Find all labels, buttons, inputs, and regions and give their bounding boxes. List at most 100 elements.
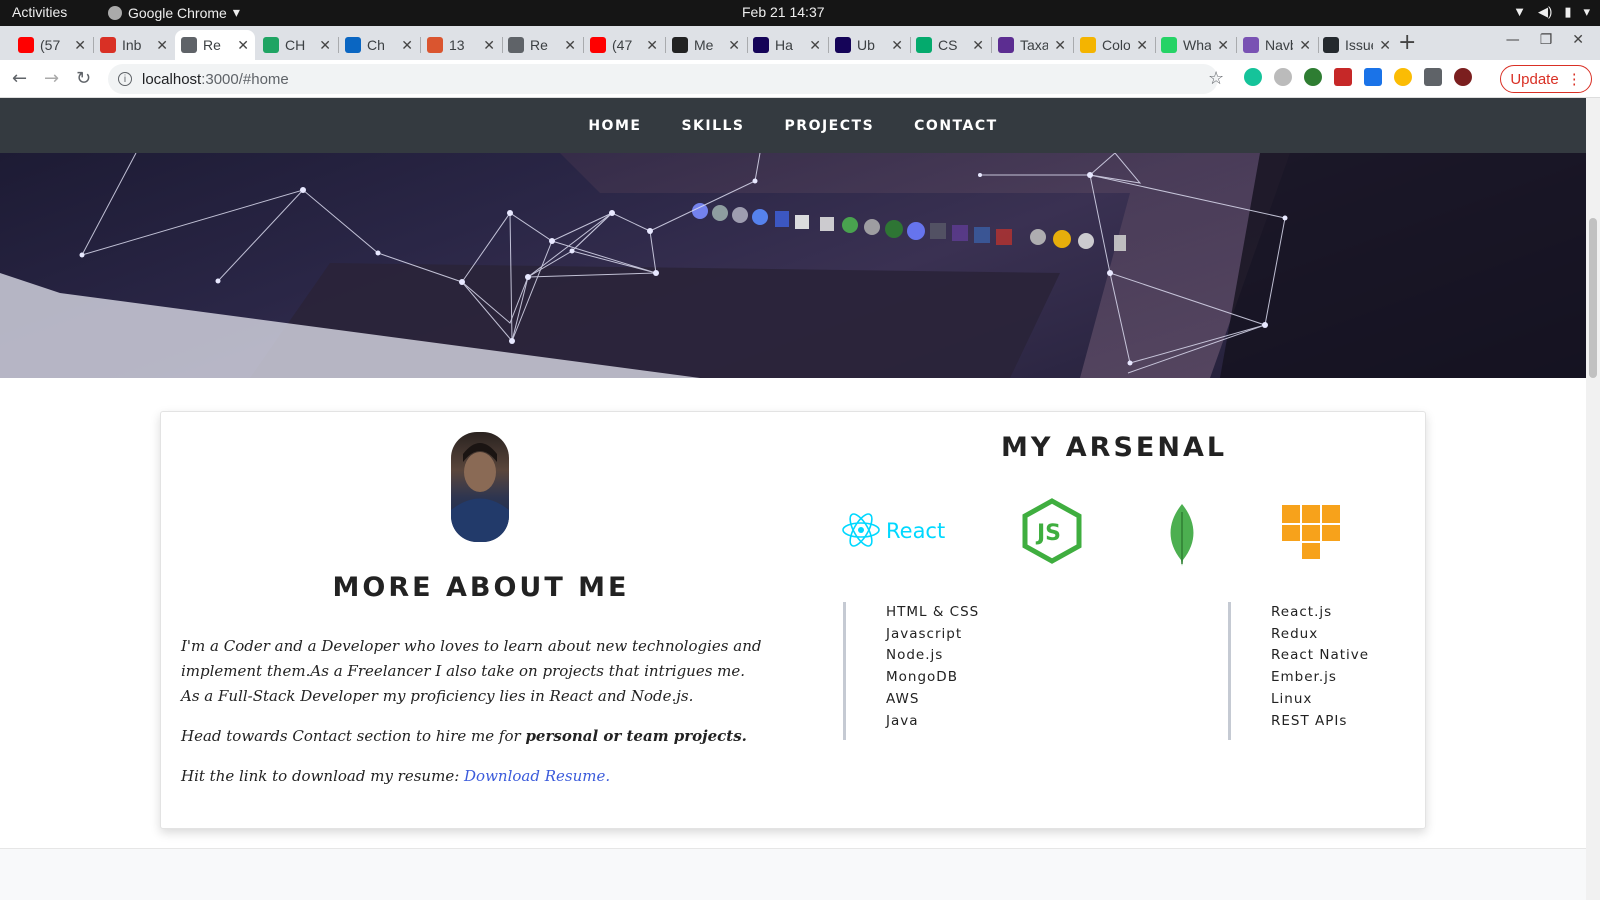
- close-tab-icon[interactable]: ✕: [319, 37, 331, 54]
- close-tab-icon[interactable]: ✕: [809, 37, 821, 54]
- close-tab-icon[interactable]: ✕: [1217, 37, 1229, 54]
- browser-tab[interactable]: Inb ✕: [94, 30, 174, 60]
- hero-banner: [0, 153, 1586, 378]
- system-tray[interactable]: ▼ ◀) ▮ ▾: [1513, 4, 1590, 20]
- back-icon[interactable]: ←: [12, 68, 27, 89]
- skill-item: Node.js: [886, 647, 944, 664]
- close-tab-icon[interactable]: ✕: [972, 37, 984, 54]
- browser-tab[interactable]: Re ✕: [502, 30, 582, 60]
- more-vert-icon: ⋮: [1566, 71, 1582, 88]
- browser-tab[interactable]: 13 ✕: [421, 30, 501, 60]
- app-menu[interactable]: Google Chrome ▾: [108, 4, 240, 21]
- scrollbar-thumb[interactable]: [1589, 218, 1597, 378]
- tab-title: (57: [40, 37, 61, 53]
- address-bar[interactable]: i localhost:3000/#home: [108, 64, 1218, 94]
- extension-icon[interactable]: [1334, 68, 1352, 86]
- browser-tab[interactable]: Issues ✕: [1317, 30, 1397, 60]
- next-section-edge: [0, 848, 1586, 900]
- close-tab-icon[interactable]: ✕: [156, 37, 168, 54]
- skill-item: React.js: [1271, 604, 1333, 620]
- tab-title: Whats: [1183, 37, 1212, 53]
- page-scrollbar[interactable]: [1586, 98, 1600, 900]
- close-tab-icon[interactable]: ✕: [891, 37, 903, 54]
- extension-icon[interactable]: [1364, 68, 1382, 86]
- nav-projects[interactable]: PROJECTS: [785, 118, 875, 134]
- nav-contact[interactable]: CONTACT: [914, 118, 998, 134]
- browser-tab[interactable]: Re ✕: [175, 30, 255, 60]
- minimize-icon[interactable]: —: [1506, 32, 1520, 48]
- browser-toolbar: ← → ↻ i localhost:3000/#home ☆ Update ⋮: [0, 60, 1600, 98]
- url-host: localhost: [142, 70, 202, 88]
- battery-icon: ▮: [1564, 4, 1572, 19]
- browser-tab[interactable]: Color ✕: [1074, 30, 1154, 60]
- browser-tab[interactable]: CS ✕: [910, 30, 990, 60]
- reload-icon[interactable]: ↻: [76, 68, 91, 89]
- close-tab-icon[interactable]: ✕: [1379, 37, 1391, 54]
- browser-tab[interactable]: Me ✕: [666, 30, 746, 60]
- linkedin-icon: [345, 37, 361, 53]
- arsenal-title: MY ARSENAL: [1000, 432, 1228, 463]
- close-tab-icon[interactable]: ✕: [401, 37, 413, 54]
- avatar[interactable]: [1454, 68, 1472, 86]
- nav-skills[interactable]: SKILLS: [681, 118, 744, 134]
- chrome-icon: [108, 5, 122, 20]
- close-tab-icon[interactable]: ✕: [564, 37, 576, 54]
- update-label: Update: [1510, 70, 1559, 88]
- close-tab-icon[interactable]: ✕: [1299, 37, 1311, 54]
- nodejs-icon: JS: [1022, 498, 1082, 564]
- tab-title: CS: [938, 37, 958, 53]
- hero-laptop-image: [0, 153, 1586, 378]
- update-button[interactable]: Update ⋮: [1500, 65, 1592, 93]
- extension-icon[interactable]: [1394, 68, 1412, 86]
- browser-tab[interactable]: (47 ✕: [584, 30, 664, 60]
- download-resume-link[interactable]: Download Resume.: [464, 767, 610, 785]
- youtube-icon: [590, 37, 606, 53]
- svg-text:JS: JS: [1035, 521, 1061, 546]
- drive-icon: [263, 37, 279, 53]
- close-tab-icon[interactable]: ✕: [728, 37, 740, 54]
- skill-item: Javascript: [886, 625, 963, 642]
- close-tab-icon[interactable]: ✕: [483, 37, 495, 54]
- close-tab-icon[interactable]: ✕: [646, 37, 658, 54]
- skill-item: MongoDB: [886, 669, 958, 686]
- browser-tab[interactable]: Taxar ✕: [992, 30, 1072, 60]
- activities-button[interactable]: Activities: [12, 4, 67, 20]
- browser-tab[interactable]: Ch ✕: [339, 30, 419, 60]
- tab-title: Color: [1102, 37, 1131, 53]
- close-tab-icon[interactable]: ✕: [74, 37, 86, 54]
- caret-down-icon: ▾: [232, 4, 240, 20]
- clock[interactable]: Feb 21 14:37: [742, 4, 825, 20]
- bookmark-star-icon[interactable]: ☆: [1208, 68, 1224, 89]
- skill-item: Ember.js: [1271, 669, 1337, 686]
- browser-tab[interactable]: Ha ✕: [747, 30, 827, 60]
- info-icon[interactable]: i: [118, 72, 132, 86]
- nav-home[interactable]: HOME: [588, 118, 641, 134]
- youtube-icon: [18, 37, 34, 53]
- puzzle-icon[interactable]: [1424, 68, 1442, 86]
- tab-title: Re: [203, 37, 221, 53]
- new-tab-button[interactable]: +: [1398, 30, 1416, 55]
- forward-icon[interactable]: →: [44, 68, 59, 89]
- close-tab-icon[interactable]: ✕: [1136, 37, 1148, 54]
- bio-proficiency: As a Full-Stack Developer my proficiency…: [181, 687, 694, 705]
- medium-icon: [672, 37, 688, 53]
- extension-icon[interactable]: [1274, 68, 1292, 86]
- extension-icon[interactable]: [1304, 68, 1322, 86]
- grammarly-icon[interactable]: [1244, 68, 1262, 86]
- bootstrap-icon: [1243, 37, 1259, 53]
- close-tab-icon[interactable]: ✕: [237, 37, 249, 54]
- browser-tab[interactable]: Whats ✕: [1155, 30, 1235, 60]
- close-window-icon[interactable]: ✕: [1572, 32, 1584, 48]
- bio-contact-text: Head towards Contact section to hire me …: [181, 727, 526, 745]
- browser-tab[interactable]: CH ✕: [257, 30, 337, 60]
- close-tab-icon[interactable]: ✕: [1054, 37, 1066, 54]
- skills-list-left: HTML & CSS Javascript Node.js MongoDB AWS Jav…: [843, 602, 979, 740]
- browser-tab[interactable]: Ub ✕: [829, 30, 909, 60]
- aws-logo: [1279, 500, 1345, 566]
- maximize-icon[interactable]: ❐: [1540, 32, 1553, 48]
- url-path: :3000/#home: [201, 70, 289, 88]
- browser-tab[interactable]: (57 ✕: [12, 30, 92, 60]
- browser-tab[interactable]: Navba ✕: [1237, 30, 1317, 60]
- skill-item: REST APIs: [1271, 712, 1348, 729]
- tab-title: Ch: [367, 37, 385, 53]
